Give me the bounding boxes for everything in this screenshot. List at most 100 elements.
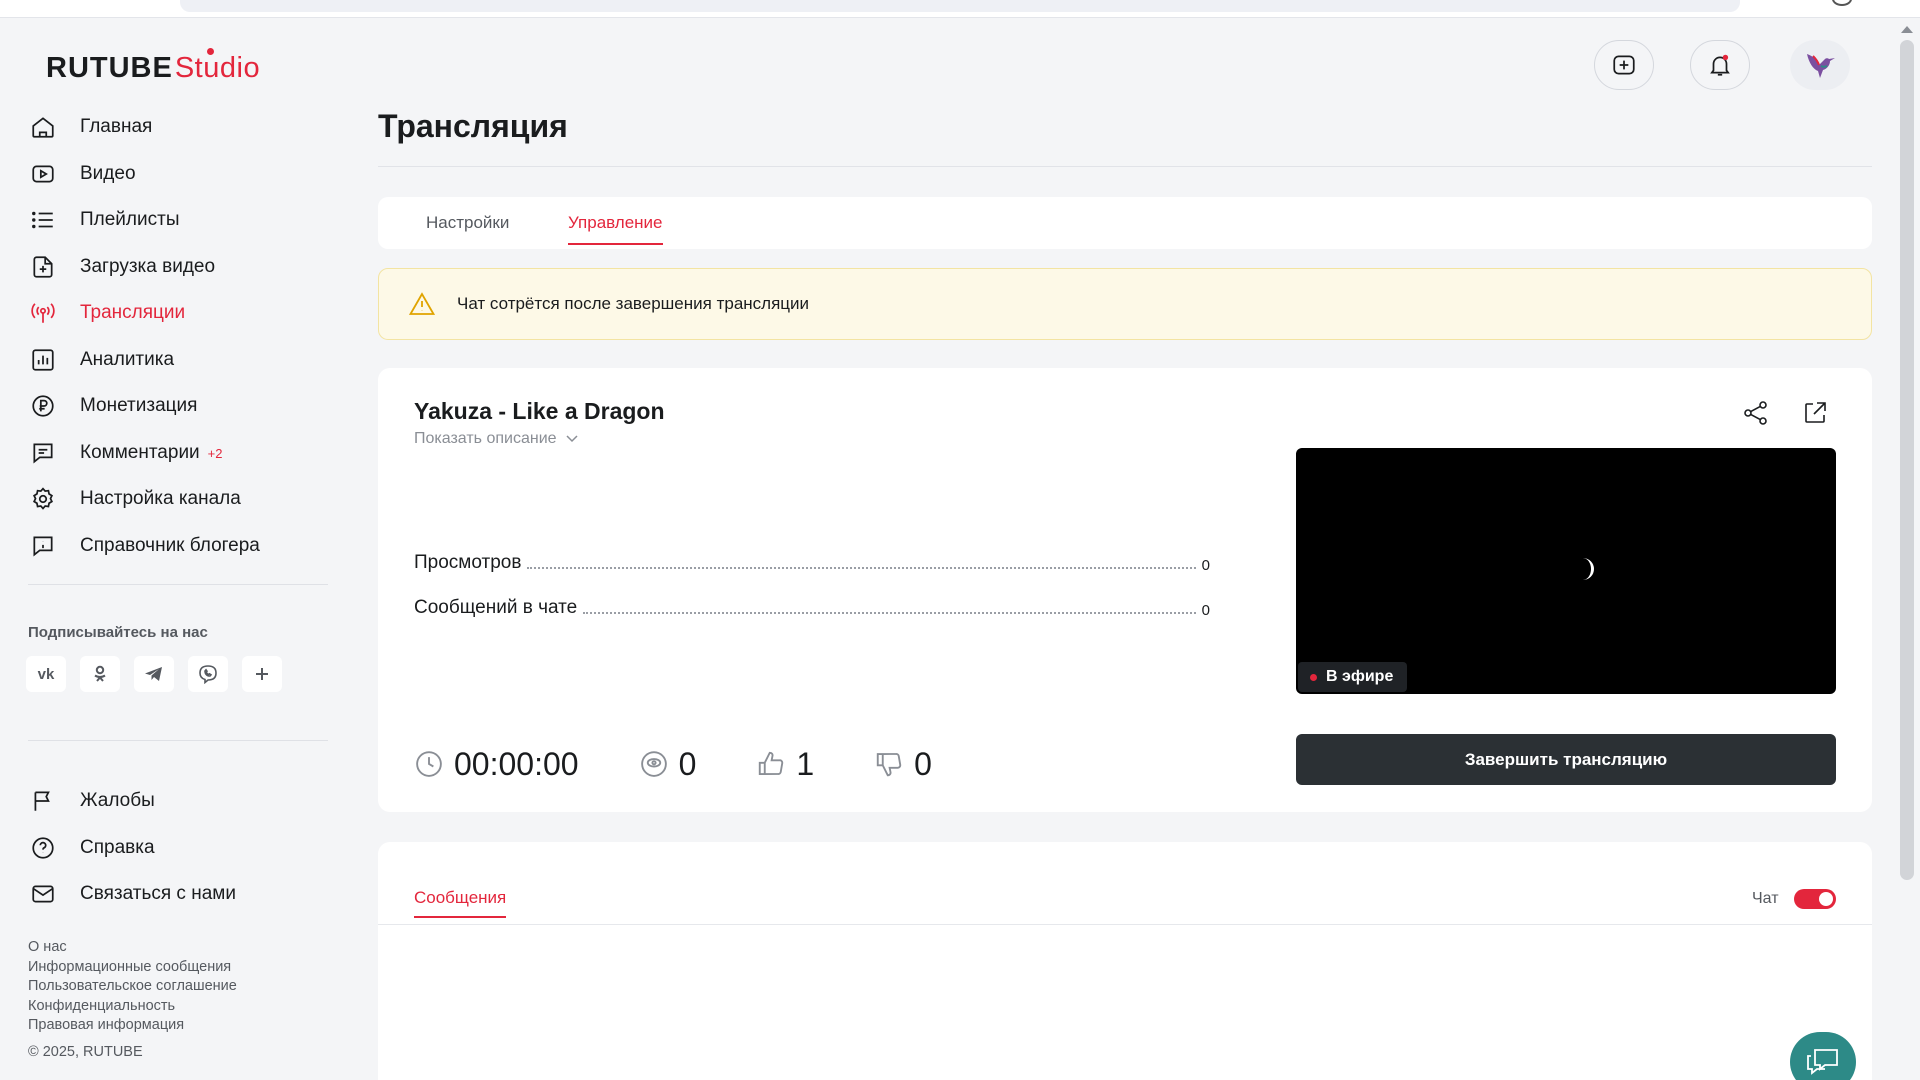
share-icon[interactable] — [1742, 400, 1770, 426]
avatar[interactable] — [1790, 40, 1850, 90]
sidebar-item-complaints[interactable]: Жалобы — [28, 778, 328, 825]
chat-toggle[interactable] — [1794, 889, 1836, 909]
thumbs-down-icon — [874, 749, 904, 779]
address-bar[interactable] — [180, 0, 1740, 12]
rutube-studio-logo[interactable]: RUTUBEStudio — [46, 48, 261, 85]
notifications-button[interactable] — [1690, 40, 1750, 90]
sidebar-item-label: Видео — [80, 162, 136, 184]
sidebar-item-broadcasts[interactable]: Трансляции — [28, 290, 328, 337]
footer-link-info-messages[interactable]: Информационные сообщения — [28, 958, 237, 978]
sidebar-item-contact[interactable]: Связаться с нами — [28, 871, 328, 918]
title-divider — [378, 166, 1872, 167]
sidebar-item-comments[interactable]: Комментарии +2 — [28, 430, 328, 477]
bell-icon — [1707, 52, 1733, 78]
sidebar-item-help[interactable]: Справка — [28, 825, 328, 872]
sidebar-item-analytics[interactable]: Аналитика — [28, 337, 328, 384]
sidebar-divider — [28, 740, 328, 741]
tab-messages[interactable]: Сообщения — [414, 888, 507, 918]
video-player[interactable]: В эфире — [1296, 448, 1836, 694]
likes-value: 1 — [796, 745, 815, 782]
browser-top-strip — [0, 0, 1920, 18]
logo-dot-icon — [207, 48, 214, 55]
end-stream-button[interactable]: Завершить трансляцию — [1296, 734, 1836, 785]
odnoklassniki-icon[interactable] — [80, 656, 120, 692]
footer-link-privacy[interactable]: Конфиденциальность — [28, 997, 237, 1017]
page-title: Трансляция — [378, 108, 568, 144]
stat-dots — [583, 612, 1196, 614]
ruble-icon — [28, 391, 58, 421]
support-chat-button[interactable] — [1790, 1032, 1856, 1080]
live-badge: В эфире — [1298, 662, 1408, 692]
loading-spinner-icon — [1572, 558, 1594, 580]
telegram-icon[interactable] — [134, 656, 174, 692]
metric-viewers: 0 — [639, 745, 697, 783]
scroll-up-arrow-icon[interactable] — [1901, 26, 1913, 33]
stat-label: Сообщений в чате — [414, 597, 578, 618]
sidebar-item-playlists[interactable]: Плейлисты — [28, 197, 328, 244]
video-icon — [28, 159, 58, 189]
warning-icon — [409, 292, 435, 316]
secondary-nav: Жалобы Справка Связаться с нами — [28, 778, 328, 918]
stream-metrics: 00:00:00 0 1 0 — [414, 744, 992, 784]
logo-main: RUTUBE — [46, 52, 173, 84]
metric-duration: 00:00:00 — [414, 746, 579, 783]
warning-text: Чат сотрётся после завершения трансляции — [457, 294, 810, 313]
sidebar-item-label: Аналитика — [80, 348, 175, 370]
analytics-icon — [28, 345, 58, 375]
main-nav: Главная Видео Плейлисты Загрузка видео Т… — [28, 104, 328, 569]
duration-value: 00:00:00 — [454, 745, 579, 782]
sidebar-item-blogger-guide[interactable]: Справочник блогера — [28, 523, 328, 570]
external-link-icon[interactable] — [1802, 400, 1828, 426]
metric-likes: 1 — [756, 746, 814, 783]
tab-management[interactable]: Управление — [568, 213, 663, 245]
sidebar-divider — [28, 584, 328, 585]
viewers-value: 0 — [678, 745, 697, 782]
sidebar-item-channel-settings[interactable]: Настройка канала — [28, 476, 328, 523]
social-links: vk — [26, 656, 282, 692]
show-description-label: Показать описание — [414, 430, 557, 447]
stat-row-chat-messages: Сообщений в чате 0 — [414, 597, 1210, 619]
stat-label: Просмотров — [414, 552, 522, 573]
sidebar-item-upload[interactable]: Загрузка видео — [28, 244, 328, 291]
tabs-bar: Настройки Управление — [378, 197, 1872, 249]
sidebar-item-home[interactable]: Главная — [28, 104, 328, 151]
upload-plus-icon — [1611, 52, 1637, 78]
sidebar-item-label: Главная — [80, 116, 153, 138]
hummingbird-avatar-icon — [1803, 50, 1837, 80]
sidebar-item-label: Справочник блогера — [80, 534, 260, 556]
sidebar: RUTUBEStudio Главная Видео Плейлисты Заг… — [0, 18, 330, 1080]
show-description-toggle[interactable]: Показать описание — [414, 430, 579, 448]
viewers-icon — [639, 749, 669, 779]
comments-badge: +2 — [207, 446, 223, 462]
stream-control-card: Yakuza - Like a Dragon Показать описание… — [378, 368, 1872, 812]
footer-link-legal[interactable]: Правовая информация — [28, 1016, 237, 1036]
stream-title: Yakuza - Like a Dragon — [414, 398, 665, 424]
help-icon — [28, 833, 58, 863]
broadcast-icon — [28, 298, 58, 328]
dislikes-value: 0 — [914, 745, 932, 782]
follow-us-title: Подписывайтесь на нас — [28, 624, 208, 641]
sidebar-item-label: Связаться с нами — [80, 883, 236, 905]
footer-link-user-agreement[interactable]: Пользовательское соглашение — [28, 977, 237, 997]
home-icon — [28, 112, 58, 142]
upload-plus-button[interactable] — [1594, 40, 1654, 90]
logo-sub: Studio — [174, 52, 261, 84]
scroll-thumb[interactable] — [1900, 40, 1914, 880]
metric-dislikes: 0 — [874, 746, 932, 783]
sidebar-item-monetization[interactable]: Монетизация — [28, 383, 328, 430]
clock-icon — [414, 749, 444, 779]
browser-profile-icon[interactable] — [1832, 0, 1852, 6]
sidebar-item-video[interactable]: Видео — [28, 151, 328, 198]
stat-value: 0 — [1201, 602, 1210, 619]
page-scrollbar[interactable] — [1896, 18, 1920, 1080]
mail-icon — [28, 879, 58, 909]
footer-link-about[interactable]: О нас — [28, 938, 237, 958]
vk-icon[interactable]: vk — [26, 656, 66, 692]
stat-dots — [527, 567, 1196, 569]
viber-icon[interactable] — [188, 656, 228, 692]
chevron-down-icon — [565, 434, 579, 444]
tab-settings[interactable]: Настройки — [426, 213, 509, 233]
sidebar-item-label: Трансляции — [80, 302, 186, 324]
copyright: © 2025, RUTUBE — [28, 1044, 143, 1060]
plus-icon[interactable] — [242, 656, 282, 692]
